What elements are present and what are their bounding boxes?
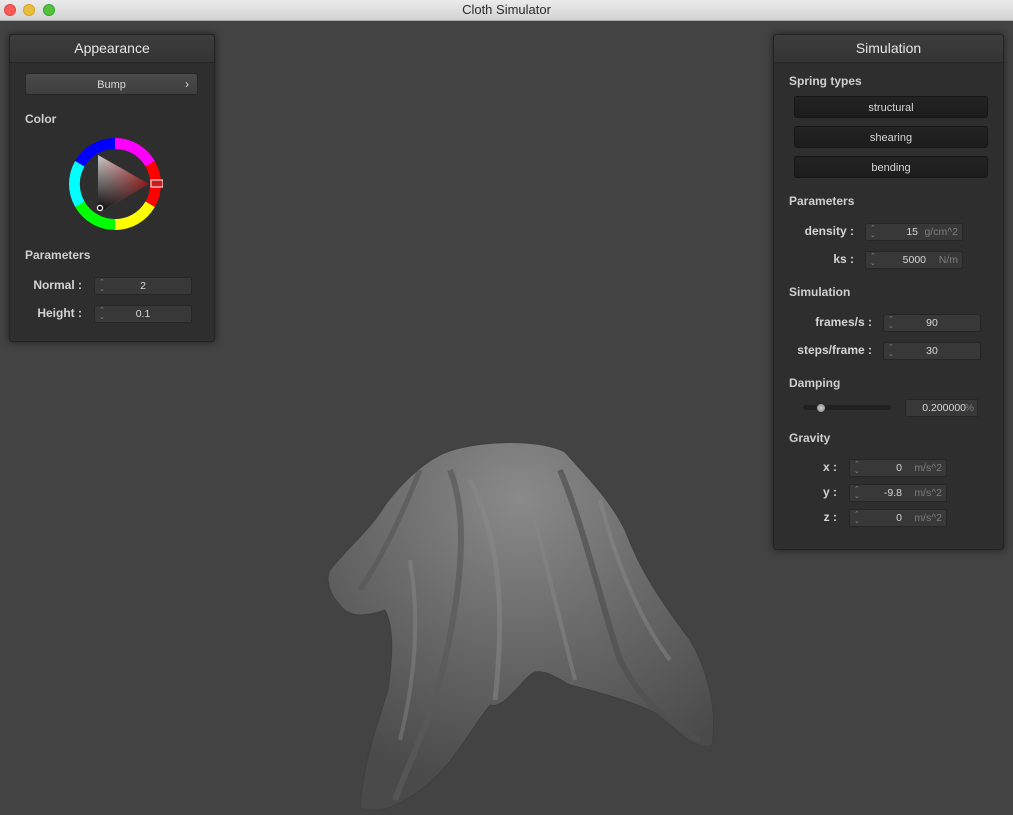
normal-input[interactable]: ⌃ ⌄ 2 [94, 277, 192, 295]
structural-spring-toggle[interactable]: structural [794, 96, 988, 118]
gravity-label: Gravity [789, 431, 831, 445]
gravity-y-value: -9.8 [883, 487, 902, 499]
shearing-spring-toggle[interactable]: shearing [794, 126, 988, 148]
gravity-x-unit: m/s^2 [914, 462, 942, 474]
hue-marker-handle[interactable] [150, 179, 163, 188]
gravity-x-value: 0 [896, 462, 902, 474]
frames-per-second-input[interactable]: ⌃ ⌄ 90 [883, 314, 981, 332]
appearance-panel: Appearance Bump › Color Parameters Norma… [9, 34, 215, 342]
simulation-panel: Simulation Spring types structural shear… [773, 34, 1004, 550]
chevron-right-icon: › [185, 77, 189, 91]
window-title: Cloth Simulator [462, 2, 551, 17]
spinner-arrows-icon[interactable]: ⌃ ⌄ [854, 486, 862, 500]
gravity-y-unit: m/s^2 [914, 487, 942, 499]
density-value: 15 [906, 226, 918, 238]
density-input[interactable]: ⌃ ⌄ 15 g/cm^2 [865, 223, 963, 241]
ks-input[interactable]: ⌃ ⌄ 5000 N/m [865, 251, 963, 269]
spinner-arrows-icon[interactable]: ⌃ ⌄ [854, 461, 862, 475]
gravity-x-input[interactable]: ⌃ ⌄ 0 m/s^2 [849, 459, 947, 477]
spring-types-label: Spring types [789, 74, 862, 88]
title-bar: Cloth Simulator [0, 0, 1013, 21]
height-value: 0.1 [135, 308, 151, 320]
damping-unit: % [964, 402, 974, 414]
appearance-parameters-label: Parameters [25, 248, 91, 262]
ks-unit: N/m [938, 254, 958, 266]
simulation-parameters-label: Parameters [789, 194, 855, 208]
appearance-panel-header[interactable]: Appearance [10, 35, 214, 63]
color-section-label: Color [25, 112, 57, 126]
ks-value: 5000 [902, 254, 926, 266]
frames-per-second-label: frames/s : [815, 315, 872, 329]
color-wheel[interactable] [67, 136, 163, 232]
damping-value: 0.200000 [922, 402, 966, 414]
shader-select-label: Bump [97, 79, 126, 91]
simulation-panel-header[interactable]: Simulation [774, 35, 1003, 63]
damping-label: Damping [789, 376, 841, 390]
gravity-y-label: y : [822, 485, 837, 499]
frames-per-second-value: 90 [926, 317, 938, 329]
steps-per-frame-input[interactable]: ⌃ ⌄ 30 [883, 342, 981, 360]
gravity-z-unit: m/s^2 [914, 512, 942, 524]
gravity-z-value: 0 [896, 512, 902, 524]
cloth-mesh [327, 442, 714, 811]
ks-label: ks : [833, 252, 854, 266]
steps-per-frame-label: steps/frame : [797, 343, 872, 357]
density-label: density : [804, 224, 854, 238]
simulation-settings-label: Simulation [789, 285, 851, 299]
spinner-arrows-icon[interactable]: ⌃ ⌄ [870, 253, 878, 267]
density-unit: g/cm^2 [924, 226, 958, 238]
normal-label: Normal : [33, 278, 82, 292]
steps-per-frame-value: 30 [926, 345, 938, 357]
gravity-z-label: z : [823, 510, 837, 524]
bending-spring-toggle[interactable]: bending [794, 156, 988, 178]
height-label: Height : [37, 306, 82, 320]
normal-value: 2 [140, 280, 146, 292]
gravity-y-input[interactable]: ⌃ ⌄ -9.8 m/s^2 [849, 484, 947, 502]
shader-select-button[interactable]: Bump › [25, 73, 198, 95]
height-input[interactable]: ⌃ ⌄ 0.1 [94, 305, 192, 323]
gravity-z-input[interactable]: ⌃ ⌄ 0 m/s^2 [849, 509, 947, 527]
damping-slider-handle[interactable] [815, 403, 826, 413]
damping-input[interactable]: 0.200000 % [905, 399, 978, 417]
gravity-x-label: x : [822, 460, 837, 474]
spinner-arrows-icon[interactable]: ⌃ ⌄ [870, 225, 878, 239]
spinner-arrows-icon[interactable]: ⌃ ⌄ [854, 511, 862, 525]
